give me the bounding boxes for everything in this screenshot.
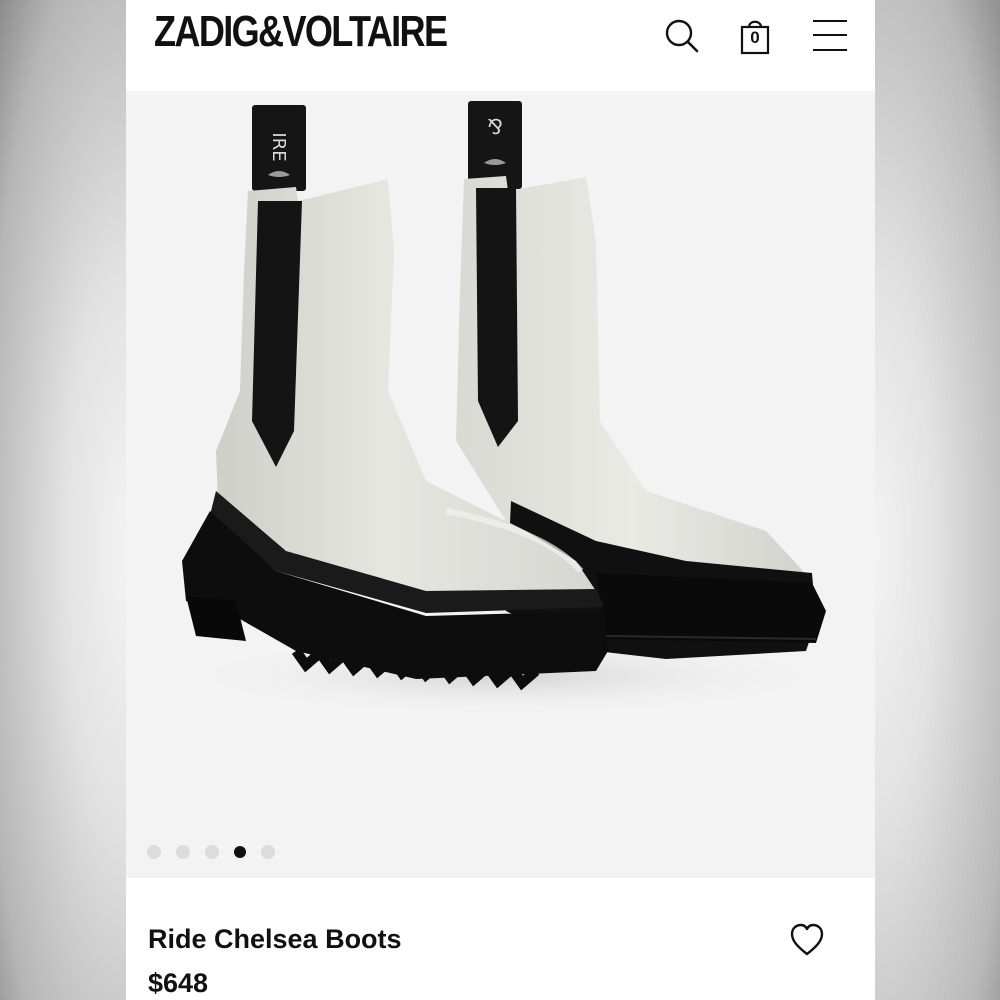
brand-logo[interactable]: ZADIG&VOLTAIRE — [154, 6, 448, 58]
backdrop-right — [874, 0, 1000, 1000]
carousel-pagination — [147, 845, 275, 859]
svg-text:IRE: IRE — [268, 132, 289, 161]
site-header: ZADIG&VOLTAIRE 0 — [126, 0, 875, 91]
product-image-carousel[interactable]: & IRE — [126, 91, 875, 878]
product-price: $648 — [148, 968, 209, 998]
search-icon[interactable] — [662, 16, 702, 56]
carousel-dot-5[interactable] — [261, 845, 275, 859]
carousel-dot-1[interactable] — [147, 845, 161, 859]
carousel-dot-4-active[interactable] — [234, 846, 246, 858]
heart-icon[interactable] — [788, 922, 826, 958]
cart-count: 0 — [750, 28, 760, 47]
hamburger-menu-icon[interactable] — [810, 16, 850, 56]
svg-text:&: & — [487, 114, 503, 138]
product-image: & IRE — [176, 101, 836, 716]
mobile-screen: ZADIG&VOLTAIRE 0 & IRE Ride Chelsea Boot… — [126, 0, 875, 1000]
product-title: Ride Chelsea Boots — [148, 924, 402, 954]
carousel-dot-3[interactable] — [205, 845, 219, 859]
shopping-bag-icon[interactable]: 0 — [735, 16, 775, 56]
backdrop-left — [0, 0, 126, 1000]
product-info: Ride Chelsea Boots $648 — [126, 878, 875, 1000]
carousel-dot-2[interactable] — [176, 845, 190, 859]
